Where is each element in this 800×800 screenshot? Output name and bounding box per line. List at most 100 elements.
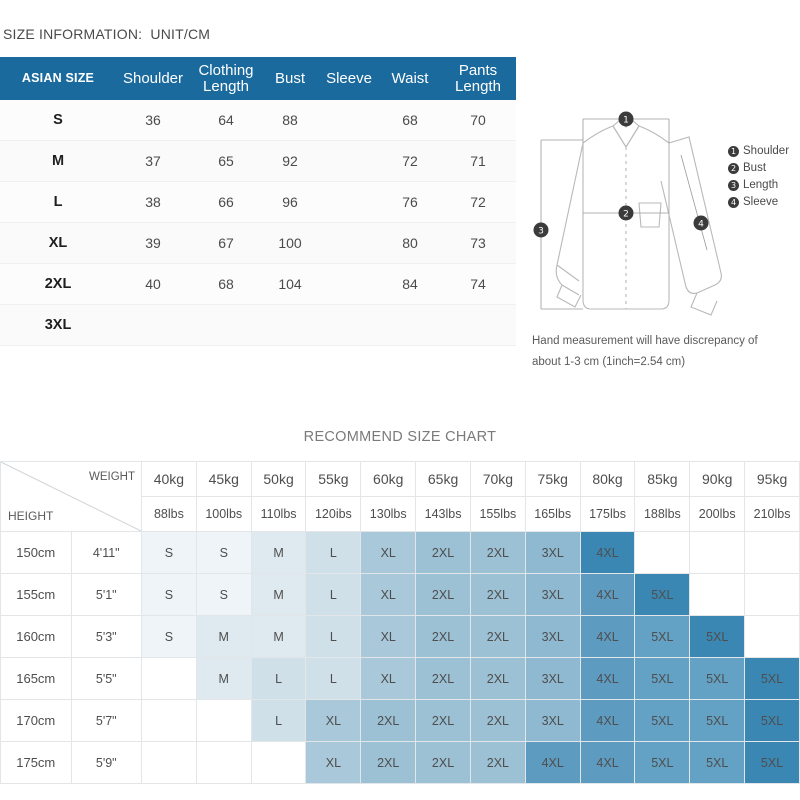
table-row: 155cm 5'1" S S M L XL 2XL 2XL 3XL 4XL 5XL xyxy=(0,573,800,616)
weight-lbs-header: 88lbs xyxy=(141,496,197,532)
legend-item-bust: 2 Bust xyxy=(728,160,789,177)
pants-length-line2: Length xyxy=(455,77,501,95)
size-recommendation-cell: XL xyxy=(305,741,362,784)
svg-text:2: 2 xyxy=(623,210,629,220)
size-recommendation-cell: 3XL xyxy=(524,657,581,700)
measurement-legend: 1 Shoulder 2 Bust 3 Length 4 Sleeve xyxy=(728,143,789,211)
legend-item-shoulder: 1 Shoulder xyxy=(728,143,789,160)
measurement-cell-pants-length: 71 xyxy=(440,140,516,182)
table-row: 165cm 5'5" M L L XL 2XL 2XL 3XL 4XL 5XL 5XL 5XL xyxy=(0,657,800,700)
column-header-bust: Bust xyxy=(262,57,318,100)
measurement-cell-pants-length: 70 xyxy=(440,100,516,141)
size-recommendation-cell-empty xyxy=(195,741,252,784)
size-label-cell: 3XL xyxy=(0,304,116,346)
size-recommendation-cell: S xyxy=(195,531,252,574)
height-ft-label: 5'1" xyxy=(70,573,142,616)
table-row: XL 39 67 100 80 73 xyxy=(0,222,516,264)
size-recommendation-cell: 5XL xyxy=(634,615,691,658)
size-recommendation-cell: 3XL xyxy=(524,699,581,742)
table-row: 175cm 5'9" XL 2XL 2XL 2XL 4XL 4XL 5XL 5XL 5XL xyxy=(0,741,800,784)
svg-text:1: 1 xyxy=(623,116,629,126)
weight-lbs-header: 143lbs xyxy=(415,496,471,532)
measurement-disclaimer: Hand measurement will have discrepancy o… xyxy=(532,331,794,373)
measurement-cell-bust: 100 xyxy=(262,222,318,264)
size-recommendation-cell: 5XL xyxy=(634,699,691,742)
weight-kg-header: 90kg xyxy=(689,461,746,497)
measurement-cell-bust: 88 xyxy=(262,100,318,141)
height-ft-label: 4'11" xyxy=(70,531,142,574)
measurement-cell-shoulder xyxy=(116,304,190,346)
measurement-cell-pants-length xyxy=(440,304,516,346)
size-recommendation-cell: L xyxy=(305,615,362,658)
height-ft-label: 5'3" xyxy=(70,615,142,658)
weight-lbs-header: 100lbs xyxy=(195,496,252,532)
table-row: 150cm 4'11" S S M L XL 2XL 2XL 3XL 4XL xyxy=(0,531,800,574)
size-label-cell: S xyxy=(0,100,116,141)
size-table-header-row: ASIAN SIZE Shoulder Clothing Length Bust … xyxy=(0,57,516,100)
size-recommendation-cell: 2XL xyxy=(415,657,471,700)
size-recommendation-cell: 5XL xyxy=(634,657,691,700)
disclaimer-line-1: Hand measurement will have discrepancy o… xyxy=(532,335,758,347)
measurement-cell-shoulder: 36 xyxy=(116,100,190,141)
measurement-cell-clothing-length: 66 xyxy=(190,181,262,223)
size-recommendation-cell: M xyxy=(250,615,307,658)
column-header-sleeve: Sleeve xyxy=(318,57,380,100)
weight-kg-header: 70kg xyxy=(469,461,526,497)
weight-lbs-header: 110lbs xyxy=(250,496,307,532)
size-recommendation-cell-empty xyxy=(744,573,800,616)
size-label-cell: M xyxy=(0,140,116,182)
size-recommendation-cell-empty xyxy=(141,657,197,700)
legend-item-sleeve: 4 Sleeve xyxy=(728,194,789,211)
height-cm-label: 155cm xyxy=(0,573,72,616)
size-recommendation-cell: 4XL xyxy=(579,741,636,784)
weight-kg-header: 75kg xyxy=(524,461,581,497)
size-recommendation-cell: 5XL xyxy=(744,741,800,784)
size-recommendation-cell: 3XL xyxy=(524,531,581,574)
measurement-cell-bust: 96 xyxy=(262,181,318,223)
size-recommendation-cell: 5XL xyxy=(744,657,800,700)
table-row: M 37 65 92 72 71 xyxy=(0,140,516,182)
table-row: 160cm 5'3" S M M L XL 2XL 2XL 3XL 4XL 5XL 5XL xyxy=(0,615,800,658)
page-title: SIZE INFORMATION: UNIT/CM xyxy=(3,26,211,42)
size-recommendation-cell: 2XL xyxy=(469,699,526,742)
table-row: S 36 64 88 68 70 xyxy=(0,100,516,141)
corner-height-label: HEIGHT xyxy=(8,509,54,523)
callout-markers: 1 2 3 4 xyxy=(533,111,709,238)
table-row: 170cm 5'7" L XL 2XL 2XL 2XL 3XL 4XL 5XL 5XL 5XL xyxy=(0,699,800,742)
weight-lbs-header: 210lbs xyxy=(744,496,800,532)
size-recommendation-cell: S xyxy=(141,573,197,616)
measurement-cell-sleeve xyxy=(318,304,380,346)
size-information-section: SIZE INFORMATION: UNIT/CM ASIAN SIZE Sho… xyxy=(0,0,800,420)
size-recommendation-cell: 4XL xyxy=(579,531,636,574)
size-recommendation-cell: 2XL xyxy=(469,657,526,700)
asian-size-table: ASIAN SIZE Shoulder Clothing Length Bust … xyxy=(0,57,516,346)
column-header-shoulder: Shoulder xyxy=(116,57,190,100)
size-recommendation-cell: 5XL xyxy=(689,615,746,658)
size-recommendation-cell: 3XL xyxy=(524,573,581,616)
measurement-cell-shoulder: 39 xyxy=(116,222,190,264)
legend-label-bust: Bust xyxy=(743,162,767,174)
size-recommendation-cell: 5XL xyxy=(689,741,746,784)
size-recommendation-cell: M xyxy=(195,657,252,700)
height-cm-label: 160cm xyxy=(0,615,72,658)
measurement-cell-sleeve xyxy=(318,181,380,223)
size-recommendation-cell-empty xyxy=(744,615,800,658)
size-label-cell: L xyxy=(0,181,116,223)
column-header-waist: Waist xyxy=(380,57,440,100)
svg-text:4: 4 xyxy=(698,220,704,230)
legend-bullet-1-icon: 1 xyxy=(728,146,739,157)
measurement-cell-clothing-length: 67 xyxy=(190,222,262,264)
table-row: L 38 66 96 76 72 xyxy=(0,181,516,223)
weight-lbs-header: 188lbs xyxy=(634,496,691,532)
height-cm-label: 175cm xyxy=(0,741,72,784)
size-recommendation-cell: 5XL xyxy=(634,741,691,784)
corner-weight-label: WEIGHT xyxy=(89,471,135,483)
weight-kg-header: 85kg xyxy=(634,461,691,497)
weight-kg-header: 60kg xyxy=(360,461,417,497)
size-recommendation-cell-empty xyxy=(141,741,197,784)
size-recommendation-cell-empty xyxy=(250,741,307,784)
clothing-length-line2: Length xyxy=(203,77,249,95)
measurement-cell-waist: 84 xyxy=(380,263,440,305)
pants-length-line1: Pants xyxy=(458,61,498,79)
weight-kg-header: 95kg xyxy=(744,461,800,497)
